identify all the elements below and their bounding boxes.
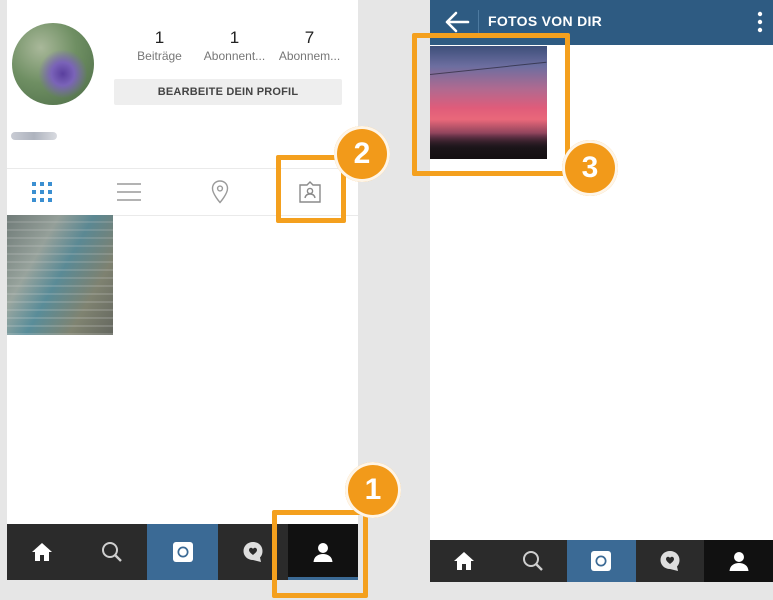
back-arrow-icon[interactable] xyxy=(444,10,470,34)
nav-activity[interactable] xyxy=(636,540,705,582)
bottom-nav xyxy=(430,540,773,582)
highlight-box-tagged-photo xyxy=(412,33,570,176)
followers-count: 1 xyxy=(229,28,240,47)
tab-grid[interactable] xyxy=(17,169,67,215)
highlight-box-profile-tab xyxy=(272,510,368,598)
header-divider xyxy=(478,10,479,34)
avatar[interactable] xyxy=(12,23,94,105)
overflow-menu-icon[interactable] xyxy=(757,11,763,33)
search-icon xyxy=(102,542,123,562)
list-icon xyxy=(117,183,141,201)
stat-posts[interactable]: 1 Beiträge xyxy=(122,28,197,64)
nav-search[interactable] xyxy=(499,540,568,582)
tab-location[interactable] xyxy=(195,169,245,215)
nav-search[interactable] xyxy=(77,524,147,580)
nav-home[interactable] xyxy=(7,524,77,580)
following-count: 7 xyxy=(304,28,315,47)
search-icon xyxy=(522,551,543,571)
page-title: FOTOS VON DIR xyxy=(488,13,603,29)
profile-stats: 1 Beiträge 1 Abonnent... 7 Abonnem... xyxy=(122,28,347,68)
heart-bubble-icon xyxy=(660,551,680,571)
tab-list[interactable] xyxy=(104,169,154,215)
posts-label: Beiträge xyxy=(137,49,182,63)
location-pin-icon xyxy=(211,180,229,204)
edit-profile-button[interactable]: BEARBEITE DEIN PROFIL xyxy=(114,79,342,105)
stat-following[interactable]: 7 Abonnem... xyxy=(272,28,347,64)
following-label: Abonnem... xyxy=(278,49,341,63)
step-badge-1: 1 xyxy=(345,462,401,518)
home-icon xyxy=(454,552,475,570)
camera-icon xyxy=(172,542,193,562)
camera-icon xyxy=(591,551,612,571)
nav-camera[interactable] xyxy=(147,524,218,580)
nav-home[interactable] xyxy=(430,540,499,582)
followers-label: Abonnent... xyxy=(203,49,266,63)
username-blurred xyxy=(11,132,57,140)
heart-bubble-icon xyxy=(243,542,263,562)
nav-camera[interactable] xyxy=(567,540,636,582)
nav-profile[interactable] xyxy=(704,540,773,582)
profile-photo-thumbnail[interactable] xyxy=(7,215,113,335)
step-badge-3: 3 xyxy=(562,140,618,196)
profile-icon xyxy=(729,552,749,571)
profile-screen: 1 Beiträge 1 Abonnent... 7 Abonnem... BE… xyxy=(7,0,358,580)
stat-followers[interactable]: 1 Abonnent... xyxy=(197,28,272,64)
grid-icon xyxy=(32,182,52,202)
step-badge-2: 2 xyxy=(334,126,390,182)
home-icon xyxy=(32,543,53,561)
posts-count: 1 xyxy=(154,28,165,47)
